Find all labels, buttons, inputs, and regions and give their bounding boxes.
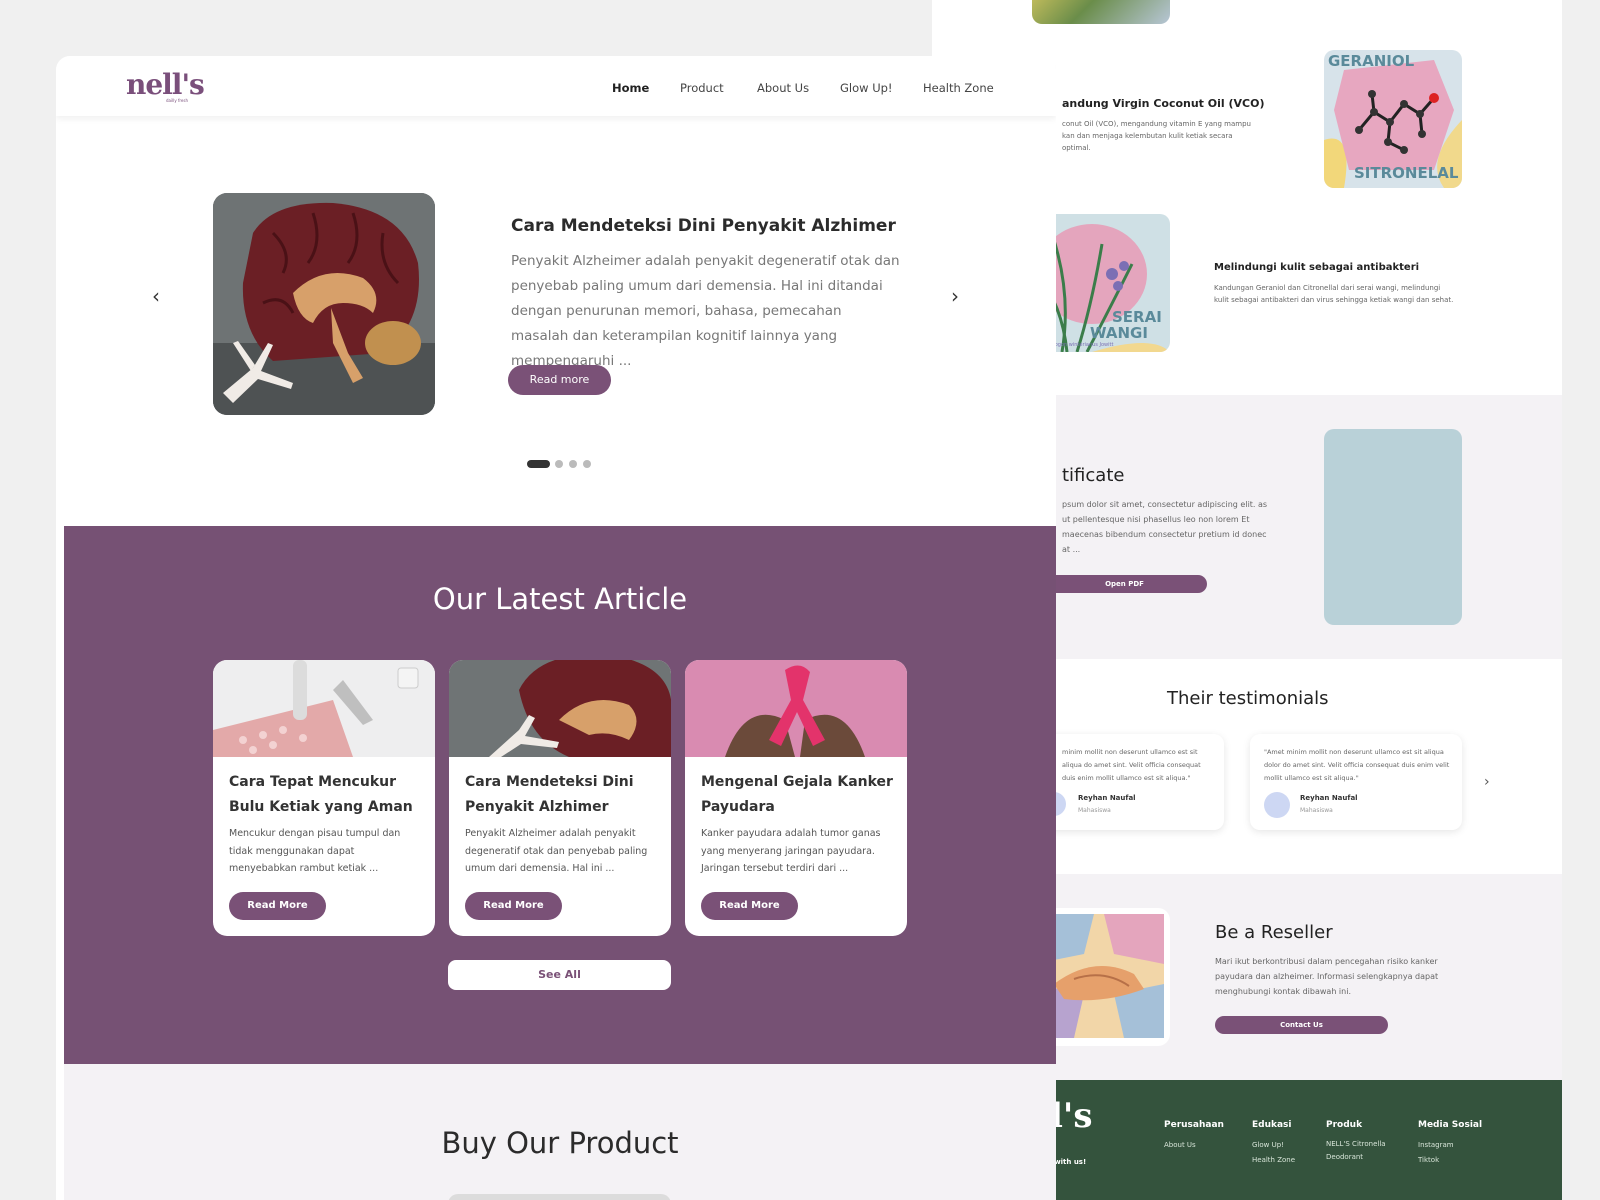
testimonial-role: Mahasiswa bbox=[1078, 807, 1111, 814]
certificate-image-placeholder bbox=[1324, 429, 1462, 625]
footer-logo: l's bbox=[1050, 1096, 1093, 1136]
footer-col-produk: Produk NELL'S Citronella Deodorant bbox=[1326, 1120, 1386, 1164]
footer-link[interactable]: About Us bbox=[1164, 1138, 1224, 1153]
testimonial-name: Reyhan Naufal bbox=[1078, 794, 1136, 802]
feature-vco-text: conut Oil (VCO), mengandung vitamin E ya… bbox=[1062, 120, 1251, 152]
footer-heading: Produk bbox=[1326, 1120, 1363, 1130]
latest-articles-title: Our Latest Article bbox=[432, 582, 688, 616]
article-excerpt: Mencukur dengan pisau tumpul dan tidak m… bbox=[229, 828, 401, 874]
testimonial-quote: "Amet minim mollit non deserunt ullamco … bbox=[1264, 748, 1450, 782]
article-image-brain bbox=[449, 660, 671, 757]
chevron-right-icon[interactable]: › bbox=[1484, 774, 1490, 790]
product-card-top bbox=[448, 1194, 671, 1200]
feature-vco-title: andung Virgin Coconut Oil (VCO) bbox=[1062, 97, 1265, 110]
carousel-dot[interactable] bbox=[583, 460, 591, 468]
wangi-label: WANGI bbox=[1090, 324, 1148, 342]
footer-link[interactable]: Instagram bbox=[1418, 1138, 1482, 1153]
footer-link[interactable]: Deodorant bbox=[1326, 1151, 1386, 1164]
testimonial-card: "Amet minim mollit non deserunt ullamco … bbox=[1250, 734, 1462, 830]
hero-read-more-button[interactable]: Read more bbox=[508, 365, 611, 395]
brain-illustration bbox=[213, 193, 435, 415]
article-excerpt: Kanker payudara adalah tumor ganas yang … bbox=[701, 828, 881, 874]
article-title: Cara Tepat Mencukur Bulu Ketiak yang Ama… bbox=[229, 774, 413, 815]
article-read-more-button[interactable]: Read More bbox=[701, 892, 798, 920]
carousel-dot[interactable] bbox=[569, 460, 577, 468]
carousel-next-icon[interactable]: › bbox=[951, 284, 959, 308]
top-navbar: nell's dailly fresh Home Product About U… bbox=[56, 56, 1056, 116]
product-section: Buy Our Product bbox=[64, 1064, 1056, 1200]
reseller-title: Be a Reseller bbox=[1215, 922, 1333, 943]
article-title: Cara Mendeteksi Dini Penyakit Alzhimer bbox=[465, 774, 634, 815]
product-image-top bbox=[1032, 0, 1170, 24]
hero-text: Penyakit Alzheimer adalah penyakit degen… bbox=[511, 253, 900, 369]
geraniol-label: GERANIOL bbox=[1328, 52, 1415, 70]
reseller-text: Mari ikut berkontribusi dalam pencegahan… bbox=[1215, 957, 1439, 996]
carousel-dot[interactable] bbox=[555, 460, 563, 468]
logo[interactable]: nell's dailly fresh bbox=[126, 68, 205, 103]
testimonial-name: Reyhan Naufal bbox=[1300, 794, 1358, 802]
open-pdf-button[interactable]: Open PDF bbox=[1042, 575, 1207, 593]
article-card[interactable]: Cara Mendeteksi Dini Penyakit Alzhimer P… bbox=[449, 660, 671, 936]
nav-product[interactable]: Product bbox=[680, 81, 724, 95]
testimonials-title: Their testimonials bbox=[1167, 688, 1329, 709]
article-excerpt: Penyakit Alzheimer adalah penyakit degen… bbox=[465, 828, 648, 874]
geraniol-image: GERANIOL SITRONELAL bbox=[1324, 50, 1462, 188]
footer-col-perusahaan: Perusahaan About Us bbox=[1164, 1120, 1224, 1153]
footer-link[interactable]: Tiktok bbox=[1418, 1153, 1482, 1168]
sitronelal-label: SITRONELAL bbox=[1354, 164, 1459, 182]
latest-articles-section: Our Latest Article Cara Tepat Mencukur B… bbox=[64, 526, 1056, 1064]
testimonial-role: Mahasiswa bbox=[1300, 807, 1333, 814]
feature-antibacterial-title: Melindungi kulit sebagai antibakteri bbox=[1214, 262, 1420, 273]
hero-title: Cara Mendeteksi Dini Penyakit Alzhimer bbox=[511, 216, 896, 236]
nav-health-zone[interactable]: Health Zone bbox=[923, 81, 994, 95]
footer-col-edukasi: Edukasi Glow Up! Health Zone bbox=[1252, 1120, 1295, 1168]
product-section-title: Buy Our Product bbox=[441, 1126, 679, 1160]
footer-link[interactable]: Glow Up! bbox=[1252, 1138, 1295, 1153]
footer-heading: Perusahaan bbox=[1164, 1120, 1224, 1130]
contact-us-button[interactable]: Contact Us bbox=[1215, 1016, 1388, 1034]
certificate-text: psum dolor sit amet, consectetur adipisc… bbox=[1062, 500, 1268, 554]
article-read-more-button[interactable]: Read More bbox=[229, 892, 326, 920]
see-all-button[interactable]: See All bbox=[448, 960, 671, 990]
article-card[interactable]: Cara Tepat Mencukur Bulu Ketiak yang Ama… bbox=[213, 660, 435, 936]
front-page-preview: nell's dailly fresh Home Product About U… bbox=[56, 56, 1056, 1200]
nav-glow-up[interactable]: Glow Up! bbox=[840, 81, 893, 95]
testimonial-quote: minim mollit non deserunt ullamco est si… bbox=[1062, 748, 1201, 782]
article-card[interactable]: Mengenal Gejala Kanker Payudara Kanker p… bbox=[685, 660, 907, 936]
article-read-more-button[interactable]: Read More bbox=[465, 892, 562, 920]
nav-home[interactable]: Home bbox=[612, 81, 649, 95]
carousel-dot-active[interactable] bbox=[527, 460, 550, 468]
footer-link[interactable]: NELL'S Citronella bbox=[1326, 1138, 1386, 1151]
logo-subtitle: dailly fresh bbox=[166, 98, 189, 103]
carousel-prev-icon[interactable]: ‹ bbox=[152, 284, 160, 308]
hero-image bbox=[213, 193, 435, 415]
article-title: Mengenal Gejala Kanker Payudara bbox=[701, 774, 893, 815]
avatar bbox=[1264, 792, 1290, 818]
certificate-title: tificate bbox=[1062, 465, 1125, 486]
footer-link[interactable]: Health Zone bbox=[1252, 1153, 1295, 1168]
footer-col-media-sosial: Media Sosial Instagram Tiktok bbox=[1418, 1120, 1482, 1168]
article-image-pink-ribbon bbox=[685, 660, 907, 757]
logo-text: nell's bbox=[126, 68, 205, 101]
article-image-shaving bbox=[213, 660, 435, 757]
feature-antibacterial-text: Kandungan Geraniol dan Citronellal dari … bbox=[1214, 284, 1454, 304]
footer-heading: Media Sosial bbox=[1418, 1120, 1483, 1130]
footer-heading: Edukasi bbox=[1252, 1120, 1292, 1130]
nav-about-us[interactable]: About Us bbox=[757, 81, 809, 95]
